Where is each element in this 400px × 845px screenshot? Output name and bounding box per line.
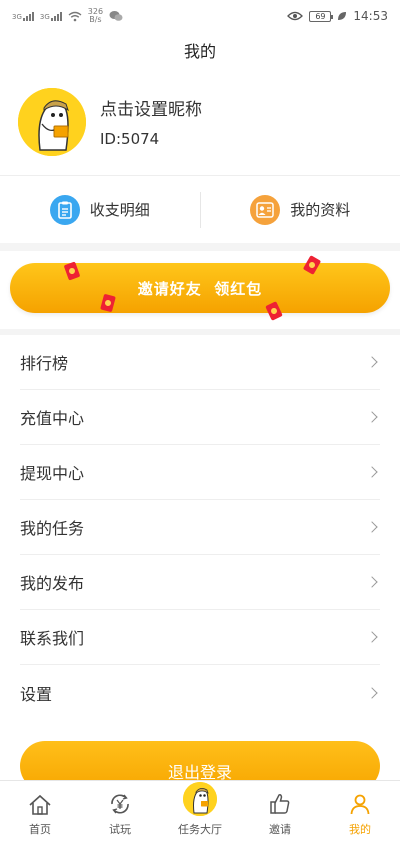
invite-banner-label: 邀请好友 领红包 (137, 279, 263, 298)
person-icon (350, 794, 370, 815)
tab-label: 首页 (29, 823, 51, 836)
red-envelope-icon (302, 255, 322, 275)
chevron-right-icon (366, 521, 378, 533)
mascot-icon (183, 782, 217, 816)
nickname[interactable]: 点击设置昵称 (100, 95, 202, 120)
chevron-right-icon (366, 686, 378, 699)
invite-banner[interactable]: 邀请好友 领红包 (10, 255, 390, 321)
ledger-icon (49, 194, 80, 225)
menu-item-my-posts[interactable]: 我的发布 (20, 555, 380, 610)
menu-item-label: 排行榜 (20, 354, 69, 373)
quick-actions: 收支明细 我的资料 (0, 175, 400, 243)
quick-action-profile[interactable]: 我的资料 (201, 190, 400, 230)
signal-icon-2: 3G (40, 11, 62, 21)
home-icon (29, 794, 51, 815)
red-envelope-icon (265, 301, 283, 321)
menu-item-label: 我的发布 (20, 574, 85, 593)
status-left: 3G 3G 326 B/s (12, 8, 123, 24)
bottom-tab-bar: 首页 试玩 任务大厅 邀请 我的 (0, 780, 400, 845)
menu-item-ranking[interactable]: 排行榜 (20, 335, 380, 390)
quick-action-ledger[interactable]: 收支明细 (0, 190, 200, 230)
chevron-right-icon (366, 466, 378, 478)
tab-invite[interactable]: 邀请 (240, 781, 320, 845)
tab-label: 试玩 (109, 823, 131, 836)
red-envelope-icon (100, 293, 116, 313)
logout-area: 退出登录 (0, 735, 400, 785)
avatar[interactable] (18, 87, 86, 156)
user-id: ID:5074 (100, 130, 160, 148)
tab-home[interactable]: 首页 (0, 781, 80, 845)
profile-section[interactable]: 点击设置昵称 ID:5074 (0, 68, 400, 175)
wifi-icon (68, 11, 82, 21)
tab-task-hall[interactable]: 任务大厅 (160, 781, 240, 845)
profile-text: 点击设置昵称 ID:5074 (100, 95, 202, 148)
leaf-icon (338, 12, 347, 20)
menu-item-label: 设置 (20, 684, 53, 704)
quick-action-label: 收支明细 (89, 201, 150, 219)
menu-item-label: 充值中心 (20, 409, 85, 428)
chevron-right-icon (366, 576, 378, 588)
tab-trial[interactable]: 试玩 (80, 781, 160, 845)
menu-item-contact[interactable]: 联系我们 (20, 610, 380, 665)
refresh-yen-icon (111, 794, 129, 814)
menu-item-label: 联系我们 (20, 629, 85, 648)
tab-label: 任务大厅 (178, 823, 222, 836)
quick-action-label: 我的资料 (290, 201, 351, 219)
thumbs-up-icon (270, 794, 290, 814)
network-speed: 326 B/s (87, 7, 104, 24)
logout-button[interactable]: 退出登录 (20, 741, 380, 785)
menu-item-withdraw[interactable]: 提现中心 (20, 445, 380, 500)
menu-item-settings[interactable]: 设置 (20, 665, 380, 720)
clock: 14:53 (353, 9, 388, 23)
page-title: 我的 (183, 42, 216, 61)
menu-item-my-tasks[interactable]: 我的任务 (20, 500, 380, 555)
tab-mine[interactable]: 我的 (320, 781, 400, 845)
menu-list: 排行榜 充值中心 提现中心 我的任务 我的发布 联系我们 设置 (0, 335, 400, 735)
eye-icon (287, 11, 304, 21)
battery-icon: 69 (309, 10, 334, 22)
page-title-bar: 我的 (0, 32, 400, 68)
mascot-icon (18, 87, 86, 156)
tab-label: 我的 (349, 823, 371, 836)
menu-item-recharge[interactable]: 充值中心 (20, 390, 380, 445)
menu-item-label: 我的任务 (20, 519, 85, 538)
status-bar: 3G 3G 326 B/s 69 14:53 (0, 0, 400, 32)
invite-banner-area: 邀请好友 领红包 (0, 251, 400, 329)
tab-label: 邀请 (269, 823, 291, 836)
chevron-right-icon (366, 411, 378, 423)
signal-icon-1: 3G (12, 11, 34, 21)
menu-item-label: 提现中心 (20, 464, 85, 483)
chevron-right-icon (366, 356, 378, 368)
status-right: 69 14:53 (287, 9, 388, 23)
wechat-icon (109, 11, 123, 21)
chevron-right-icon (366, 631, 378, 643)
red-envelope-icon (63, 261, 81, 281)
profile-card-icon (250, 194, 281, 225)
